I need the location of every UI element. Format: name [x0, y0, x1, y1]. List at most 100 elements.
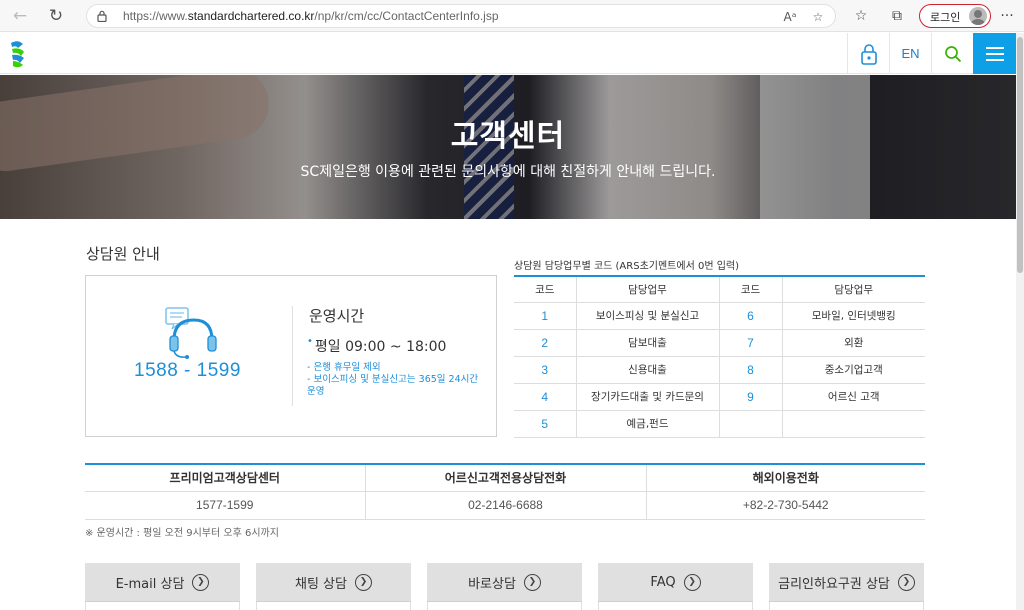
- table-row: 2 담보대출 7 외환: [514, 329, 925, 357]
- column-header: 어르신고객전용상담전화: [364, 464, 646, 492]
- page-title: 고객센터: [450, 119, 566, 154]
- phone-number-cell[interactable]: 02-2146-6688: [364, 491, 646, 520]
- code-cell: 7: [718, 329, 782, 357]
- favorite-add-icon[interactable]: ☆: [809, 8, 827, 26]
- column-header: 코드: [718, 276, 782, 303]
- table-row: 1577-1599 02-2146-6688 +82-2-730-5442: [85, 491, 925, 520]
- profile-button[interactable]: 로그인: [919, 4, 991, 28]
- task-cell: 신용대출: [575, 356, 719, 384]
- hours-note: - 은행 휴무일 제외: [307, 362, 381, 373]
- back-arrow-icon[interactable]: ←: [9, 5, 31, 27]
- task-cell: 담보대출: [575, 329, 719, 357]
- code-table: 코드 담당업무 코드 담당업무 1 보이스피싱 및 분실신고 6 모바일, 인터…: [514, 275, 925, 438]
- code-cell: 3: [514, 356, 576, 384]
- column-header: 담당업무: [575, 276, 719, 303]
- browser-toolbar: ← ↻ https://www.standardchartered.co.kr/…: [0, 0, 1024, 32]
- code-cell: 6: [718, 302, 782, 330]
- divider: [292, 306, 293, 406]
- tab-label: 바로상담: [468, 576, 516, 592]
- task-cell: [781, 410, 925, 438]
- hero-banner: 고객센터 SC제일은행 이용에 관련된 문의사항에 대해 친절하게 안내해 드립…: [0, 75, 1016, 219]
- hours-footnote: ※ 운영시간 : 평일 오전 9시부터 오후 6시까지: [85, 528, 279, 539]
- page-scrollbar[interactable]: [1016, 33, 1024, 610]
- favorites-icon[interactable]: ☆: [852, 7, 870, 25]
- column-header: 해외이용전화: [645, 464, 925, 492]
- tab-faq[interactable]: FAQ ❯: [598, 563, 753, 602]
- tab-panel-edge: [427, 602, 582, 610]
- table-row: 1 보이스피싱 및 분실신고 6 모바일, 인터넷뱅킹: [514, 302, 925, 330]
- tab-chat-consult[interactable]: 채팅 상담 ❯: [256, 563, 411, 602]
- code-cell: 1: [514, 302, 576, 330]
- security-lock-button[interactable]: [847, 33, 889, 74]
- chevron-right-icon: ❯: [683, 573, 701, 591]
- address-bar[interactable]: https://www.standardchartered.co.kr/np/k…: [86, 4, 836, 28]
- more-options-icon[interactable]: ···: [997, 6, 1017, 26]
- page-subtitle: SC제일은행 이용에 관련된 문의사항에 대해 친절하게 안내해 드립니다.: [300, 164, 716, 180]
- phone-table: 프리미엄고객상담센터 어르신고객전용상담전화 해외이용전화 1577-1599 …: [85, 463, 925, 520]
- tab-panel-edge: [598, 602, 753, 610]
- hamburger-menu-icon: [985, 46, 1004, 61]
- hours-title: 운영시간: [309, 307, 365, 325]
- code-cell: [718, 410, 782, 438]
- table-row: 4 장기카드대출 및 카드문의 9 어르신 고객: [514, 383, 925, 411]
- chevron-right-icon: ❯: [897, 573, 915, 591]
- padlock-icon: [860, 43, 877, 65]
- tab-direct-consult[interactable]: 바로상담 ❯: [427, 563, 582, 602]
- tab-label: 금리인하요구권 상담: [778, 576, 890, 592]
- column-header: 코드: [514, 276, 576, 303]
- task-cell: 모바일, 인터넷뱅킹: [781, 302, 925, 330]
- menu-button[interactable]: [973, 33, 1016, 74]
- tab-label: FAQ: [650, 574, 676, 590]
- main-phone-number[interactable]: 1588 - 1599: [134, 360, 241, 382]
- code-cell: 5: [514, 410, 576, 438]
- chevron-right-icon: ❯: [523, 573, 541, 591]
- hours-note: - 보이스피싱 및 분실신고는 365일 24시간 운영: [307, 374, 479, 397]
- bullet-icon: •: [307, 336, 313, 347]
- collections-icon[interactable]: ⧉: [888, 7, 906, 25]
- code-cell: 8: [718, 356, 782, 384]
- language-label: EN: [901, 46, 920, 61]
- tab-email-consult[interactable]: E-mail 상담 ❯: [85, 563, 240, 602]
- language-en-button[interactable]: EN: [889, 33, 931, 74]
- task-cell: 보이스피싱 및 분실신고: [575, 302, 719, 330]
- column-header: 담당업무: [781, 276, 925, 303]
- tab-panel-edge: [85, 602, 240, 610]
- tab-interest-rate-cut-request[interactable]: 금리인하요구권 상담 ❯: [769, 563, 924, 602]
- tab-panel-edge: [256, 602, 411, 610]
- table-row: 5 예금,펀드: [514, 410, 925, 438]
- task-cell: 예금,펀드: [575, 410, 719, 438]
- login-label: 로그인: [930, 11, 961, 24]
- chevron-right-icon: ❯: [354, 573, 372, 591]
- standard-chartered-logo-icon[interactable]: [8, 39, 28, 69]
- chevron-right-icon: ❯: [192, 573, 210, 591]
- tab-panel-edge: [769, 602, 924, 610]
- read-aloud-icon[interactable]: Aᵃ: [781, 8, 799, 26]
- refresh-icon[interactable]: ↻: [45, 5, 67, 27]
- counsel-info-box: 1588 - 1599 운영시간 • 평일 09:00 ~ 18:00 - 은행 …: [85, 275, 497, 437]
- task-cell: 외환: [781, 329, 925, 357]
- scrollbar-thumb[interactable]: [1017, 37, 1023, 273]
- phone-number-cell[interactable]: 1577-1599: [85, 491, 365, 520]
- tab-label: E-mail 상담: [115, 576, 185, 592]
- tab-label: 채팅 상담: [295, 576, 347, 592]
- code-cell: 9: [718, 383, 782, 411]
- hours-notes: - 은행 휴무일 제외 - 보이스피싱 및 분실신고는 365일 24시간 운영: [307, 362, 487, 398]
- code-cell: 4: [514, 383, 576, 411]
- url-text: https://www.standardchartered.co.kr/np/k…: [123, 9, 499, 23]
- code-table-caption: 상담원 담당업무별 코드 (ARS초기멘트에서 0번 입력): [514, 261, 739, 272]
- headset-icon: [165, 307, 217, 359]
- phone-number-cell[interactable]: +82-2-730-5442: [645, 491, 925, 520]
- counsel-section-title: 상담원 안내: [86, 245, 160, 263]
- task-cell: 중소기업고객: [781, 356, 925, 384]
- avatar: [969, 7, 987, 25]
- search-icon: [944, 45, 961, 62]
- hours-weekday: • 평일 09:00 ~ 18:00: [307, 336, 447, 355]
- task-cell: 장기카드대출 및 카드문의: [575, 383, 719, 411]
- lock-icon: [97, 10, 107, 22]
- task-cell: 어르신 고객: [781, 383, 925, 411]
- site-header: EN: [0, 33, 1016, 74]
- code-cell: 2: [514, 329, 576, 357]
- table-row: 3 신용대출 8 중소기업고객: [514, 356, 925, 384]
- search-button[interactable]: [931, 33, 973, 74]
- column-header: 프리미엄고객상담센터: [85, 464, 365, 492]
